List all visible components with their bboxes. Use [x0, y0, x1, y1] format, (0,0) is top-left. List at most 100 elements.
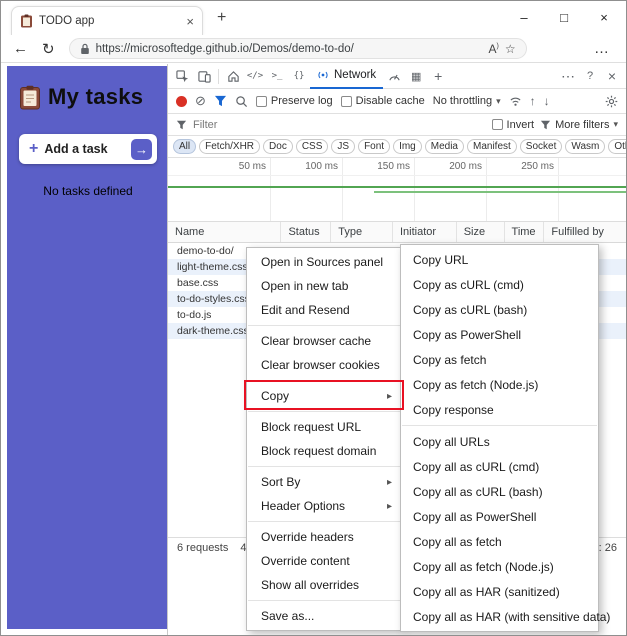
divider: [218, 68, 219, 84]
column-header-size[interactable]: Size: [457, 222, 505, 242]
submenu-item-copy-as-fetch[interactable]: Copy as fetch: [401, 347, 598, 372]
filter-pill-doc[interactable]: Doc: [263, 139, 293, 154]
submenu-item-copy-all-as-har-sensitive[interactable]: Copy all as HAR (with sensitive data): [401, 604, 610, 629]
new-tab-button[interactable]: +: [217, 9, 226, 27]
inspect-icon[interactable]: [171, 65, 193, 87]
submenu-item-copy-all-as-curl-cmd[interactable]: Copy all as cURL (cmd): [401, 454, 598, 479]
minimize-button[interactable]: –: [504, 3, 544, 31]
favorites-star-icon[interactable]: ☆: [505, 42, 516, 56]
filter-pill-manifest[interactable]: Manifest: [467, 139, 517, 154]
submenu-item-copy-all-as-powershell[interactable]: Copy all as PowerShell: [401, 504, 598, 529]
submenu-item-copy-response[interactable]: Copy response: [401, 397, 598, 422]
help-icon[interactable]: ?: [579, 65, 601, 87]
column-header-name[interactable]: Name: [168, 222, 282, 242]
settings-menu-icon[interactable]: …: [594, 40, 610, 57]
maximize-button[interactable]: □: [544, 3, 584, 31]
filter-pill-socket[interactable]: Socket: [519, 139, 563, 154]
customize-devtools-icon[interactable]: ⋯: [557, 65, 579, 87]
filter-pill-wasm[interactable]: Wasm: [565, 139, 606, 154]
clear-network-log-icon[interactable]: ⊘: [195, 93, 206, 109]
column-header-initiator[interactable]: Initiator: [393, 222, 457, 242]
tab-title: TODO app: [39, 15, 95, 27]
menu-item-edit-and-resend[interactable]: Edit and Resend: [247, 298, 401, 322]
menu-item-show-all-overrides[interactable]: Show all overrides: [247, 573, 401, 597]
menu-item-clear-browser-cache[interactable]: Clear browser cache: [247, 329, 401, 353]
menu-item-header-options[interactable]: Header Options ▸: [247, 494, 401, 518]
console-panel-icon[interactable]: >_: [266, 65, 288, 87]
application-panel-icon[interactable]: ▦: [405, 65, 427, 87]
close-devtools-icon[interactable]: ×: [601, 65, 623, 87]
more-tabs-icon[interactable]: +: [427, 65, 449, 87]
submenu-item-copy-all-as-fetch[interactable]: Copy all as fetch: [401, 529, 598, 554]
read-aloud-icon[interactable]: A): [488, 42, 498, 56]
menu-item-clear-browser-cookies[interactable]: Clear browser cookies: [247, 353, 401, 377]
submenu-item-copy-all-as-har-sanitized[interactable]: Copy all as HAR (sanitized): [401, 579, 598, 604]
column-header-fulfilled-by[interactable]: Fulfilled by: [544, 222, 626, 242]
record-network-log-icon[interactable]: [176, 95, 187, 107]
import-har-icon[interactable]: ↑: [530, 94, 536, 108]
filter-pill-fetchxhr[interactable]: Fetch/XHR: [199, 139, 261, 154]
filter-pill-other[interactable]: Other: [608, 139, 626, 154]
menu-item-save-as[interactable]: Save as...: [247, 604, 401, 628]
filter-toggle-icon[interactable]: [214, 95, 227, 107]
filter-pill-font[interactable]: Font: [358, 139, 391, 154]
back-button[interactable]: ←: [13, 40, 28, 57]
sources-panel-icon[interactable]: {}: [288, 65, 310, 87]
disable-cache-checkbox[interactable]: [340, 95, 352, 107]
tab-network[interactable]: Network: [310, 64, 384, 89]
menu-item-open-in-new-tab[interactable]: Open in new tab: [247, 274, 401, 298]
submenu-item-copy-url[interactable]: Copy URL: [401, 247, 598, 272]
todo-title: My tasks: [48, 84, 144, 109]
network-conditions-icon[interactable]: [509, 95, 522, 107]
submenu-item-copy-as-powershell[interactable]: Copy as PowerShell: [401, 322, 598, 347]
performance-panel-icon[interactable]: [383, 65, 405, 87]
refresh-button[interactable]: ↻: [42, 40, 55, 58]
network-settings-gear-icon[interactable]: [605, 95, 618, 108]
column-header-type[interactable]: Type: [331, 222, 393, 242]
submenu-item-copy-as-curl-bash[interactable]: Copy as cURL (bash): [401, 297, 598, 322]
requests-table-header: Name Status Type Initiator Size Time Ful…: [168, 222, 626, 243]
filter-pill-media[interactable]: Media: [424, 139, 464, 154]
address-bar[interactable]: https://microsoftedge.github.io/Demos/de…: [68, 38, 527, 59]
browser-tab[interactable]: TODO app ×: [11, 6, 203, 35]
filter-pill-css[interactable]: CSS: [295, 139, 329, 154]
throttling-dropdown[interactable]: No throttling ▾: [433, 95, 501, 107]
menu-item-copy[interactable]: Copy ▸: [247, 384, 401, 408]
menu-item-open-in-sources[interactable]: Open in Sources panel: [247, 250, 401, 274]
filter-input[interactable]: Filter: [193, 119, 217, 131]
preserve-log-toggle[interactable]: Preserve log: [255, 95, 333, 107]
export-har-icon[interactable]: ↓: [544, 94, 550, 108]
filter-pill-js[interactable]: JS: [331, 139, 356, 154]
disable-cache-toggle[interactable]: Disable cache: [340, 95, 425, 107]
add-task-button[interactable]: + Add a task →: [19, 134, 157, 164]
menu-item-block-request-url[interactable]: Block request URL: [247, 415, 401, 439]
device-toolbar-icon[interactable]: [193, 65, 215, 87]
menu-item-sort-by[interactable]: Sort By ▸: [247, 470, 401, 494]
elements-panel-icon[interactable]: </>: [244, 65, 266, 87]
submenu-item-copy-as-fetch-nodejs[interactable]: Copy as fetch (Node.js): [401, 372, 598, 397]
submenu-arrow-icon: ▸: [386, 476, 392, 488]
submenu-item-copy-as-curl-cmd[interactable]: Copy as cURL (cmd): [401, 272, 598, 297]
filter-pill-all[interactable]: All: [173, 139, 197, 154]
submenu-item-copy-all-as-fetch-nodejs[interactable]: Copy all as fetch (Node.js): [401, 554, 598, 579]
submenu-item-copy-all-urls[interactable]: Copy all URLs: [401, 429, 598, 454]
close-button[interactable]: ×: [584, 3, 624, 31]
search-icon[interactable]: [235, 95, 248, 108]
menu-item-override-content[interactable]: Override content: [247, 549, 401, 573]
menu-item-block-request-domain[interactable]: Block request domain: [247, 439, 401, 463]
column-header-status[interactable]: Status: [281, 222, 332, 242]
tick-label: 100 ms: [305, 161, 338, 172]
invert-toggle[interactable]: Invert: [491, 119, 534, 131]
welcome-home-icon[interactable]: [222, 65, 244, 87]
more-filters-dropdown[interactable]: More filters ▾: [540, 119, 618, 131]
submenu-arrow-icon: ▸: [386, 500, 392, 512]
menu-item-override-headers[interactable]: Override headers: [247, 525, 401, 549]
tab-close-icon[interactable]: ×: [186, 14, 194, 29]
submenu-item-copy-all-as-curl-bash[interactable]: Copy all as cURL (bash): [401, 479, 598, 504]
filter-pill-img[interactable]: Img: [393, 139, 422, 154]
invert-checkbox[interactable]: [491, 119, 503, 130]
menu-separator: [402, 425, 597, 426]
requests-count: 6 requests: [177, 541, 229, 554]
column-header-time[interactable]: Time: [505, 222, 545, 242]
preserve-log-checkbox[interactable]: [255, 95, 267, 107]
